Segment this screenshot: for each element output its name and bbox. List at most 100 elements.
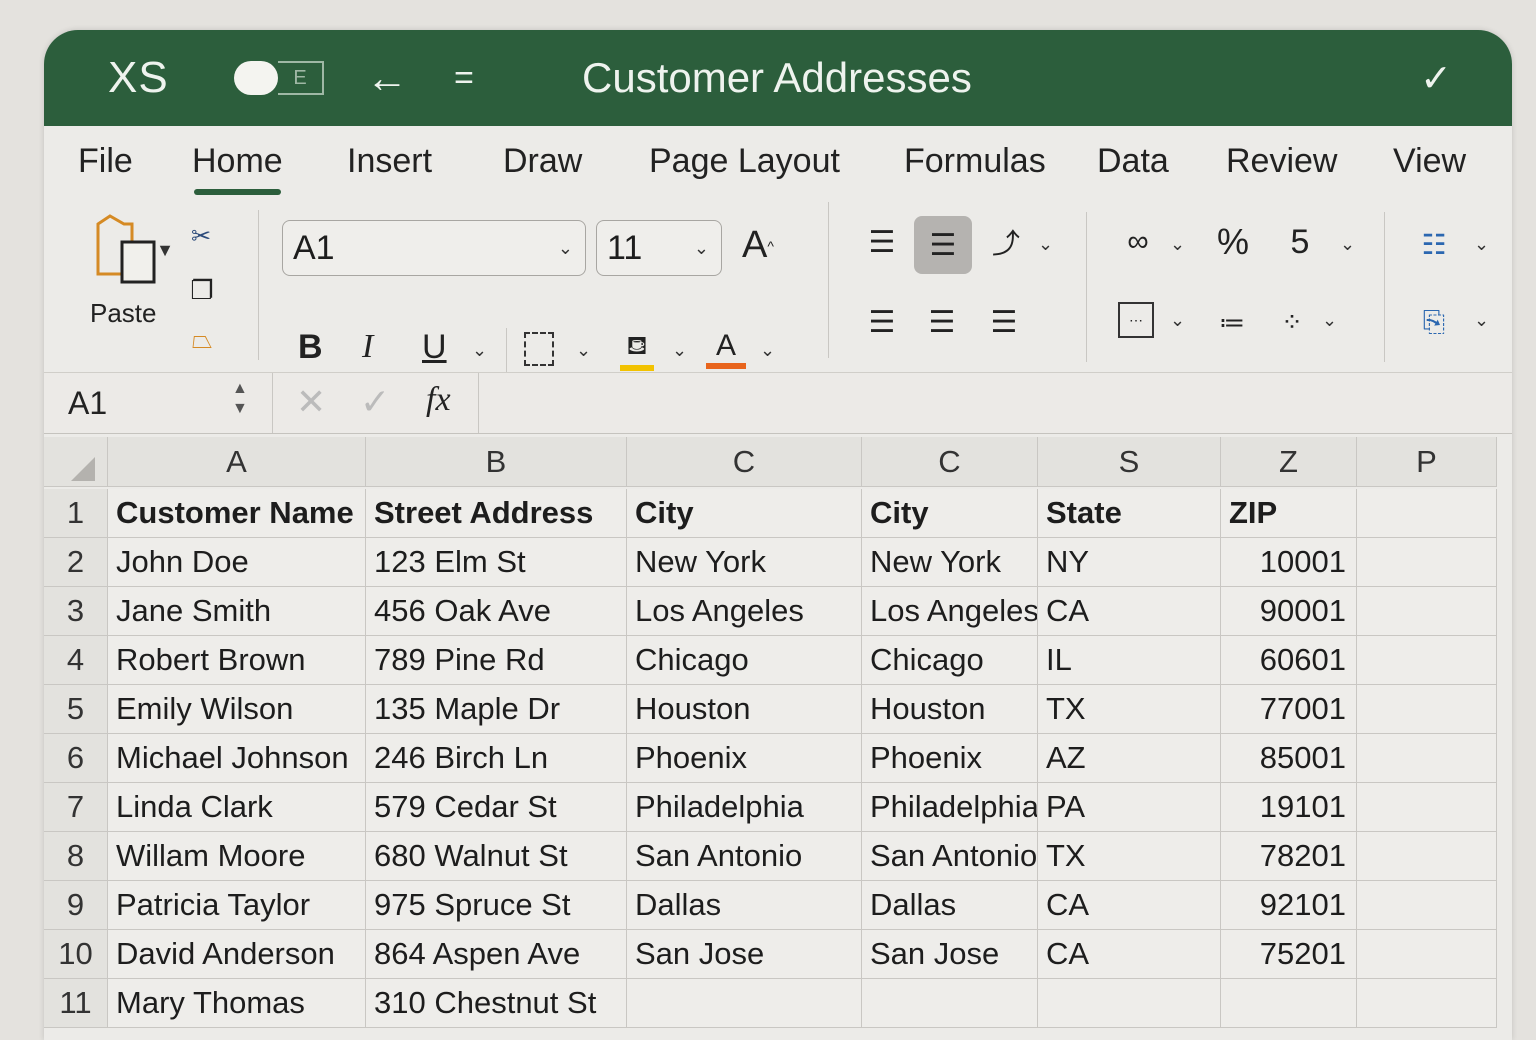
orientation-icon[interactable]: ⤴ <box>984 222 1028 262</box>
column-header[interactable]: C <box>627 437 862 487</box>
table-cell[interactable]: 10001 <box>1221 538 1357 587</box>
table-cell[interactable]: David Anderson <box>108 930 366 979</box>
cut-icon[interactable]: ✂ <box>188 216 214 256</box>
underline-dropdown-icon[interactable]: ⌄ <box>472 340 487 361</box>
table-cell[interactable]: Mary Thomas <box>108 979 366 1028</box>
table-cell[interactable]: 789 Pine Rd <box>366 636 627 685</box>
header-cell[interactable]: ZIP <box>1221 489 1357 538</box>
tab-review[interactable]: Review <box>1226 142 1337 181</box>
row-header[interactable]: 2 <box>44 538 108 587</box>
table-cell[interactable]: San Jose <box>627 930 862 979</box>
header-cell[interactable]: Customer Name <box>108 489 366 538</box>
table-cell[interactable]: San Antonio <box>627 832 862 881</box>
table-cell[interactable]: PA <box>1038 783 1221 832</box>
table-cell[interactable]: Phoenix <box>862 734 1038 783</box>
table-cell[interactable]: TX <box>1038 685 1221 734</box>
table-cell[interactable]: 246 Birch Ln <box>366 734 627 783</box>
number-format-icon[interactable]: ∞ <box>1118 222 1158 262</box>
table-cell[interactable] <box>1357 783 1497 832</box>
table-cell[interactable] <box>1357 881 1497 930</box>
table-cell[interactable] <box>1357 636 1497 685</box>
table-cell[interactable]: Dallas <box>627 881 862 930</box>
row-header[interactable]: 10 <box>44 930 108 979</box>
table-cell[interactable]: 456 Oak Ave <box>366 587 627 636</box>
table-cell[interactable]: AZ <box>1038 734 1221 783</box>
table-cell[interactable]: 135 Maple Dr <box>366 685 627 734</box>
header-cell[interactable]: State <box>1038 489 1221 538</box>
header-cell[interactable]: Street Address <box>366 489 627 538</box>
table-cell[interactable]: 77001 <box>1221 685 1357 734</box>
format-painter-icon[interactable]: ⏢ <box>184 322 220 358</box>
table-cell[interactable]: Dallas <box>862 881 1038 930</box>
table-cell[interactable] <box>1038 979 1221 1028</box>
table-cell[interactable]: Jane Smith <box>108 587 366 636</box>
autosave-toggle[interactable]: E <box>234 30 324 126</box>
table-cell[interactable] <box>1357 979 1497 1028</box>
table-cell[interactable]: 90001 <box>1221 587 1357 636</box>
table-cell[interactable]: IL <box>1038 636 1221 685</box>
name-box-stepper[interactable]: ▲ ▼ <box>232 379 248 419</box>
column-header[interactable]: C <box>862 437 1038 487</box>
table-cell[interactable]: Philadelphia <box>627 783 862 832</box>
table-format-dropdown-icon[interactable]: ⌄ <box>1170 310 1185 331</box>
column-header[interactable]: S <box>1038 437 1221 487</box>
table-cell[interactable] <box>1357 685 1497 734</box>
table-cell[interactable] <box>1357 930 1497 979</box>
table-cell[interactable]: 680 Walnut St <box>366 832 627 881</box>
paste-dropdown-icon[interactable]: ▼ <box>156 240 174 261</box>
function-icon[interactable]: fx <box>426 381 451 419</box>
borders-dropdown-icon[interactable]: ⌄ <box>576 340 591 361</box>
tab-file[interactable]: File <box>78 142 133 181</box>
table-cell[interactable]: Michael Johnson <box>108 734 366 783</box>
header-cell[interactable]: City <box>862 489 1038 538</box>
table-cell[interactable]: John Doe <box>108 538 366 587</box>
table-cell[interactable]: Phoenix <box>627 734 862 783</box>
table-cell[interactable]: 92101 <box>1221 881 1357 930</box>
menu-icon[interactable]: = <box>454 30 474 126</box>
row-header[interactable]: 5 <box>44 685 108 734</box>
row-header[interactable]: 8 <box>44 832 108 881</box>
format-dropdown-icon[interactable]: ⌄ <box>1474 310 1489 331</box>
table-cell[interactable]: 19101 <box>1221 783 1357 832</box>
table-cell[interactable]: CA <box>1038 881 1221 930</box>
table-cell[interactable]: Robert Brown <box>108 636 366 685</box>
table-cell[interactable]: Los Angeles <box>862 587 1038 636</box>
table-cell[interactable]: Chicago <box>627 636 862 685</box>
table-format-icon[interactable]: ⋯ <box>1118 302 1154 338</box>
table-cell[interactable]: New York <box>862 538 1038 587</box>
table-cell[interactable]: San Antonio <box>862 832 1038 881</box>
table-cell[interactable]: Patricia Taylor <box>108 881 366 930</box>
table-cell[interactable]: 310 Chestnut St <box>366 979 627 1028</box>
table-cell[interactable]: San Jose <box>862 930 1038 979</box>
table-cell[interactable] <box>627 979 862 1028</box>
row-header[interactable]: 4 <box>44 636 108 685</box>
select-all-corner[interactable] <box>44 437 108 487</box>
insert-cells-icon[interactable]: ☷ <box>1416 222 1452 266</box>
insert-dropdown-icon[interactable]: ⌄ <box>1474 234 1489 255</box>
table-cell[interactable]: 123 Elm St <box>366 538 627 587</box>
table-cell[interactable]: 60601 <box>1221 636 1357 685</box>
align-middle-button[interactable]: ☰ <box>914 216 972 274</box>
tab-view[interactable]: View <box>1393 142 1466 181</box>
column-header[interactable]: A <box>108 437 366 487</box>
font-size-select[interactable]: 11 ⌄ <box>596 220 722 276</box>
table-cell[interactable]: 864 Aspen Ave <box>366 930 627 979</box>
table-cell[interactable]: 85001 <box>1221 734 1357 783</box>
table-cell[interactable] <box>1357 538 1497 587</box>
table-cell[interactable] <box>1357 832 1497 881</box>
table-cell[interactable] <box>1221 979 1357 1028</box>
table-cell[interactable]: Willam Moore <box>108 832 366 881</box>
tab-page-layout[interactable]: Page Layout <box>649 142 840 181</box>
fill-color-button[interactable]: ⛾ <box>620 328 654 372</box>
row-header[interactable]: 3 <box>44 587 108 636</box>
tab-insert[interactable]: Insert <box>347 142 432 181</box>
align-right-icon[interactable]: ☰ <box>984 302 1024 342</box>
back-arrow-icon[interactable]: ← <box>366 30 408 126</box>
tab-home[interactable]: Home <box>192 142 283 195</box>
name-box[interactable]: A1 <box>68 385 107 422</box>
cancel-icon[interactable]: ✕ <box>296 381 326 423</box>
table-cell[interactable]: 579 Cedar St <box>366 783 627 832</box>
column-header[interactable]: P <box>1357 437 1497 487</box>
row-header[interactable]: 9 <box>44 881 108 930</box>
table-cell[interactable]: CA <box>1038 930 1221 979</box>
